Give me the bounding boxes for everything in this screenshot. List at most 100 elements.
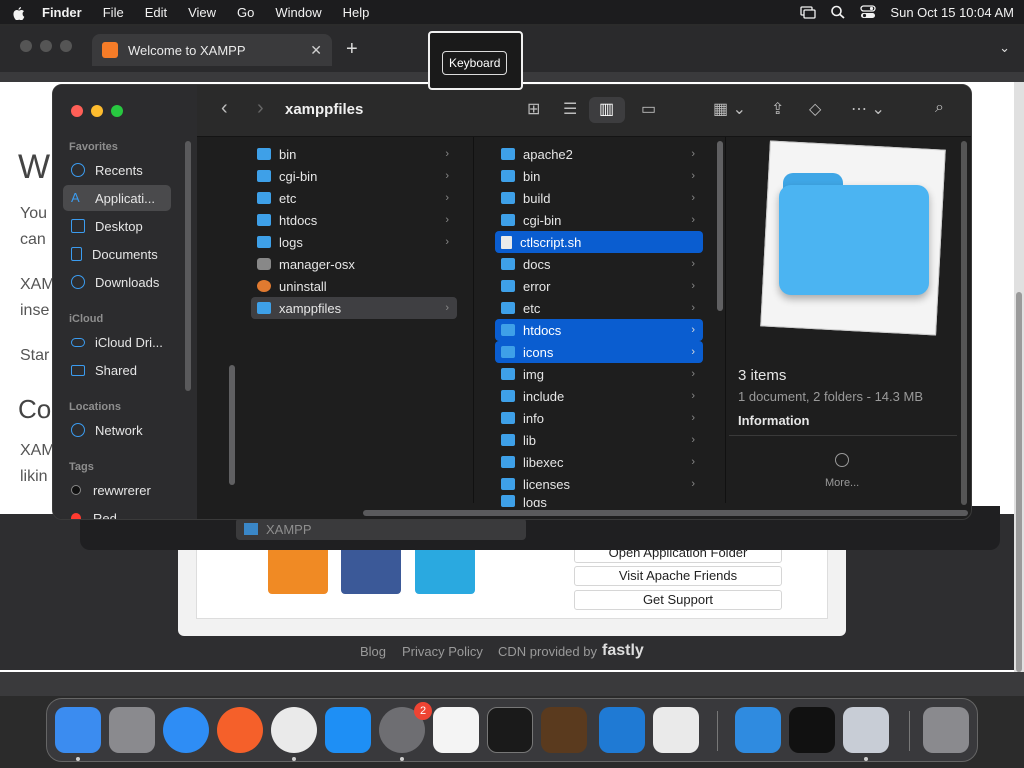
- list-item-manager-osx[interactable]: manager-osx: [251, 253, 457, 275]
- sidebar-section-favorites[interactable]: Favorites: [69, 141, 118, 153]
- page-scrollbar[interactable]: [1014, 82, 1024, 672]
- column-view-icon[interactable]: ▥: [599, 99, 614, 119]
- column-0-scrollbar[interactable]: [229, 365, 235, 485]
- sidebar-item-icloud-drive[interactable]: iCloud Dri...: [63, 329, 171, 355]
- menu-app-name[interactable]: Finder: [42, 5, 82, 20]
- sidebar-item-tag-red[interactable]: Red: [63, 505, 171, 519]
- list-item-logs[interactable]: logs ›: [251, 231, 457, 253]
- sidebar-item-network[interactable]: Network: [63, 417, 171, 443]
- twitter-icon[interactable]: [415, 546, 475, 594]
- share-icon[interactable]: ⇪: [771, 99, 784, 119]
- sidebar-scrollbar[interactable]: [185, 141, 191, 391]
- tag-icon[interactable]: ◇: [809, 99, 821, 119]
- sidebar-section-tags[interactable]: Tags: [69, 461, 94, 473]
- list-item-bin[interactable]: bin ›: [495, 165, 703, 187]
- list-item-info[interactable]: info ›: [495, 407, 703, 429]
- control-center-icon[interactable]: [860, 5, 877, 19]
- sidebar-section-icloud[interactable]: iCloud: [69, 313, 103, 325]
- roblox-icon[interactable]: [653, 707, 699, 753]
- apple-tv-icon[interactable]: [789, 707, 835, 753]
- column-divider[interactable]: [473, 137, 474, 503]
- list-item-uninstall[interactable]: uninstall: [251, 275, 457, 297]
- preview-scrollbar[interactable]: [961, 141, 967, 505]
- menu-view[interactable]: View: [188, 5, 216, 20]
- list-item-etc[interactable]: etc ›: [251, 187, 457, 209]
- list-item-img[interactable]: img ›: [495, 363, 703, 385]
- facebook-icon[interactable]: [341, 546, 401, 594]
- horizontal-scrollbar[interactable]: [363, 510, 968, 516]
- browser-close-button[interactable]: [20, 40, 32, 52]
- trash-icon[interactable]: [923, 707, 969, 753]
- garageband-icon[interactable]: [541, 707, 587, 753]
- sidebar-section-locations[interactable]: Locations: [69, 401, 121, 413]
- browser-minimize-button[interactable]: [40, 40, 52, 52]
- list-item-htdocs[interactable]: htdocs ›: [495, 319, 703, 341]
- sidebar-item-shared[interactable]: Shared: [63, 357, 171, 383]
- close-button[interactable]: [71, 105, 83, 117]
- list-view-icon[interactable]: ☰: [563, 99, 577, 119]
- list-item-logs[interactable]: logs: [495, 495, 703, 507]
- finder-icon[interactable]: [55, 707, 101, 753]
- browser-tab[interactable]: Welcome to XAMPP ✕: [92, 34, 332, 66]
- menu-file[interactable]: File: [103, 5, 124, 20]
- list-item-lib[interactable]: lib ›: [495, 429, 703, 451]
- list-item-xamppfiles[interactable]: xamppfiles ›: [251, 297, 457, 319]
- gallery-view-icon[interactable]: ▭: [641, 99, 656, 119]
- xampp-logo-icon[interactable]: [268, 546, 328, 594]
- get-support-link[interactable]: Get Support: [574, 590, 782, 610]
- browser-zoom-button[interactable]: [60, 40, 72, 52]
- list-item-apache2[interactable]: apache2 ›: [495, 143, 703, 165]
- search-icon[interactable]: ⌕: [935, 99, 944, 117]
- zoom-button[interactable]: [111, 105, 123, 117]
- new-tab-icon[interactable]: +: [346, 38, 358, 61]
- firefox-icon[interactable]: [217, 707, 263, 753]
- safari-icon[interactable]: [163, 707, 209, 753]
- group-by-icon[interactable]: ▦ ⌄: [713, 99, 746, 119]
- icon-view-icon[interactable]: ⊞: [527, 99, 540, 119]
- forward-chevron-icon[interactable]: ›: [257, 97, 264, 120]
- list-item-icons[interactable]: icons ›: [495, 341, 703, 363]
- textedit-icon[interactable]: [433, 707, 479, 753]
- close-tab-icon[interactable]: ✕: [310, 42, 322, 59]
- weather-icon[interactable]: [735, 707, 781, 753]
- app-store-icon[interactable]: [325, 707, 371, 753]
- screen-mirroring-icon[interactable]: [800, 5, 817, 19]
- sidebar-item-applications[interactable]: A Applicati...: [63, 185, 171, 211]
- preview-more-button[interactable]: More...: [825, 477, 859, 489]
- menu-help[interactable]: Help: [343, 5, 370, 20]
- list-item-docs[interactable]: docs ›: [495, 253, 703, 275]
- tab-list-chevron-icon[interactable]: ⌄: [999, 40, 1010, 56]
- spotlight-icon[interactable]: [830, 5, 846, 19]
- utility-icon[interactable]: [843, 707, 889, 753]
- sidebar-item-recents[interactable]: Recents: [63, 157, 171, 183]
- background-finder-row[interactable]: XAMPP: [236, 518, 526, 540]
- list-item-etc[interactable]: etc ›: [495, 297, 703, 319]
- sidebar-item-downloads[interactable]: Downloads: [63, 269, 171, 295]
- more-icon[interactable]: [835, 453, 849, 467]
- back-chevron-icon[interactable]: ‹: [221, 97, 228, 120]
- menu-window[interactable]: Window: [275, 5, 321, 20]
- menu-clock[interactable]: Sun Oct 15 10:04 AM: [890, 5, 1014, 20]
- column-2-scrollbar[interactable]: [717, 141, 723, 311]
- minimize-button[interactable]: [91, 105, 103, 117]
- terminal-icon[interactable]: [487, 707, 533, 753]
- fastly-logo[interactable]: fastly: [602, 642, 644, 660]
- list-item-licenses[interactable]: licenses ›: [495, 473, 703, 495]
- launchpad-icon[interactable]: [109, 707, 155, 753]
- page-scrollbar-thumb[interactable]: [1016, 292, 1022, 672]
- list-item-htdocs[interactable]: htdocs ›: [251, 209, 457, 231]
- sidebar-item-tag-rewwrerer[interactable]: rewwrerer: [63, 477, 171, 503]
- chrome-icon[interactable]: [271, 707, 317, 753]
- list-item-cgi-bin[interactable]: cgi-bin ›: [251, 165, 457, 187]
- column-divider[interactable]: [725, 137, 726, 503]
- sidebar-item-documents[interactable]: Documents: [63, 241, 171, 267]
- more-actions-icon[interactable]: ⋯ ⌄: [851, 99, 885, 119]
- menu-edit[interactable]: Edit: [145, 5, 167, 20]
- vscode-icon[interactable]: [599, 707, 645, 753]
- list-item-include[interactable]: include ›: [495, 385, 703, 407]
- footer-privacy-link[interactable]: Privacy Policy: [402, 644, 483, 659]
- visit-apache-friends-link[interactable]: Visit Apache Friends: [574, 566, 782, 586]
- sidebar-item-desktop[interactable]: Desktop: [63, 213, 171, 239]
- list-item-error[interactable]: error ›: [495, 275, 703, 297]
- footer-blog-link[interactable]: Blog: [360, 644, 386, 659]
